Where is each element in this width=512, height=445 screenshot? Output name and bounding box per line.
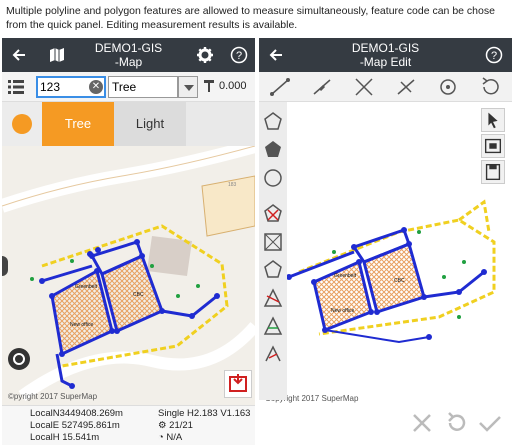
help-icon[interactable]: ? xyxy=(224,38,254,72)
split-tool-icon[interactable] xyxy=(385,72,427,102)
feature-type-select[interactable]: Tree xyxy=(108,76,178,98)
box-split-icon[interactable] xyxy=(261,230,285,254)
app-bar: DEMO1-GIS -Map ? xyxy=(2,38,255,72)
line-tool-icon[interactable] xyxy=(259,72,301,102)
local-h-label: LocalH xyxy=(30,432,60,443)
local-e-value: 527495.861m xyxy=(61,420,120,431)
select-box-icon[interactable] xyxy=(481,134,505,158)
map-screen: DEMO1-GIS -Map ? 123 ✕ Tree 0.000 Tree L… xyxy=(2,38,255,445)
status-bar: LocalN3449408.269m LocalE 527495.861m Lo… xyxy=(2,405,255,445)
tape-measure-value: 0.000 xyxy=(219,80,247,92)
svg-text:?: ? xyxy=(491,50,497,62)
cancel-icon[interactable] xyxy=(407,408,437,438)
map-edit-screen: DEMO1-GIS -Map Edit ? Greenbelt CBC New … xyxy=(259,38,512,445)
map-label-office: New office xyxy=(70,322,93,328)
title-line-1: DEMO1-GIS xyxy=(351,41,420,55)
edit-map-canvas[interactable]: Greenbelt CBC New office xyxy=(259,102,512,408)
shape-toolbar xyxy=(259,102,287,400)
map-canvas[interactable]: Greenbelt CBC New office 183 xyxy=(2,146,255,405)
quick-panel-color-cell[interactable] xyxy=(2,102,42,146)
triangle-add-icon[interactable] xyxy=(261,314,285,338)
local-n-label: LocalN xyxy=(30,408,60,419)
page-title: DEMO1-GIS -Map xyxy=(69,41,189,69)
color-dot xyxy=(12,114,32,134)
undo-icon[interactable] xyxy=(441,408,471,438)
polygon-outline-icon[interactable] xyxy=(261,110,285,134)
app-bar: DEMO1-GIS -Map Edit ? xyxy=(259,38,512,72)
wheel-icon[interactable] xyxy=(8,348,30,370)
caption-text: Multiple polyline and polygon features a… xyxy=(6,5,495,31)
local-h-value: 15.541m xyxy=(62,432,100,443)
map-layers-icon[interactable] xyxy=(42,38,72,72)
map-view[interactable]: Greenbelt CBC New office 183 ©pyright 20… xyxy=(2,146,255,405)
point-tool-icon[interactable] xyxy=(427,72,469,102)
back-arrow-icon[interactable] xyxy=(261,38,291,72)
cross-tool-icon[interactable] xyxy=(343,72,385,102)
map-label-cbc: CBC xyxy=(394,278,405,284)
title-line-2: -Map xyxy=(114,55,143,69)
edit-map-view[interactable]: Greenbelt CBC New office Copyright 2017 … xyxy=(259,102,512,408)
polyline-tool-icon[interactable] xyxy=(301,72,343,102)
polygon-merge-icon[interactable] xyxy=(261,258,285,282)
triangle-cut-icon[interactable] xyxy=(261,286,285,310)
chevron-down-icon[interactable] xyxy=(178,76,198,98)
vertex-edit-icon[interactable] xyxy=(261,342,285,366)
measure-export-icon[interactable] xyxy=(224,370,252,398)
polygon-delete-icon[interactable] xyxy=(261,202,285,226)
map-label-office: New office xyxy=(331,308,354,314)
help-icon[interactable]: ? xyxy=(479,38,509,72)
local-n-value: 3449408.269m xyxy=(59,408,123,419)
map-label-greenbelt: Greenbelt xyxy=(75,284,98,290)
map-label-greenbelt: Greenbelt xyxy=(334,273,357,279)
rotate-tool-icon[interactable] xyxy=(469,72,511,102)
page-title: DEMO1-GIS -Map Edit xyxy=(326,41,446,69)
solution-status: Single H2.183 V1.163 xyxy=(158,408,251,419)
polygon-fill-icon[interactable] xyxy=(261,138,285,162)
drawer-handle[interactable] xyxy=(2,256,8,276)
cursor-icon[interactable] xyxy=(481,108,505,132)
clear-icon[interactable]: ✕ xyxy=(89,80,103,94)
title-line-2: -Map Edit xyxy=(359,55,412,69)
svg-text:?: ? xyxy=(236,50,242,62)
save-icon[interactable] xyxy=(481,160,505,184)
gear-icon[interactable] xyxy=(190,38,220,72)
quick-panel-item-light[interactable]: Light xyxy=(114,102,186,146)
confirm-icon[interactable] xyxy=(475,408,505,438)
edit-toolbar xyxy=(259,72,512,102)
local-e-label: LocalE xyxy=(30,420,60,431)
map-label-parcel: 183 xyxy=(228,182,237,188)
map-label-cbc: CBC xyxy=(133,292,144,298)
title-line-1: DEMO1-GIS xyxy=(94,41,163,55)
back-arrow-icon[interactable] xyxy=(4,38,34,72)
quick-panel: Tree Light xyxy=(2,102,255,146)
satellite-count: 21/21 xyxy=(169,420,193,431)
age-value: N/A xyxy=(166,432,183,443)
map-copyright: ©pyright 2017 SuperMap xyxy=(8,392,98,401)
tape-measure-icon[interactable] xyxy=(202,78,216,97)
list-icon[interactable] xyxy=(8,79,24,95)
satellite-icon: ⚙ xyxy=(158,420,167,431)
quick-panel-item-tree[interactable]: Tree xyxy=(42,102,114,146)
clock-icon: ◔ xyxy=(158,432,164,443)
search-row: 123 ✕ Tree 0.000 xyxy=(2,72,255,102)
circle-tool-icon[interactable] xyxy=(261,166,285,190)
